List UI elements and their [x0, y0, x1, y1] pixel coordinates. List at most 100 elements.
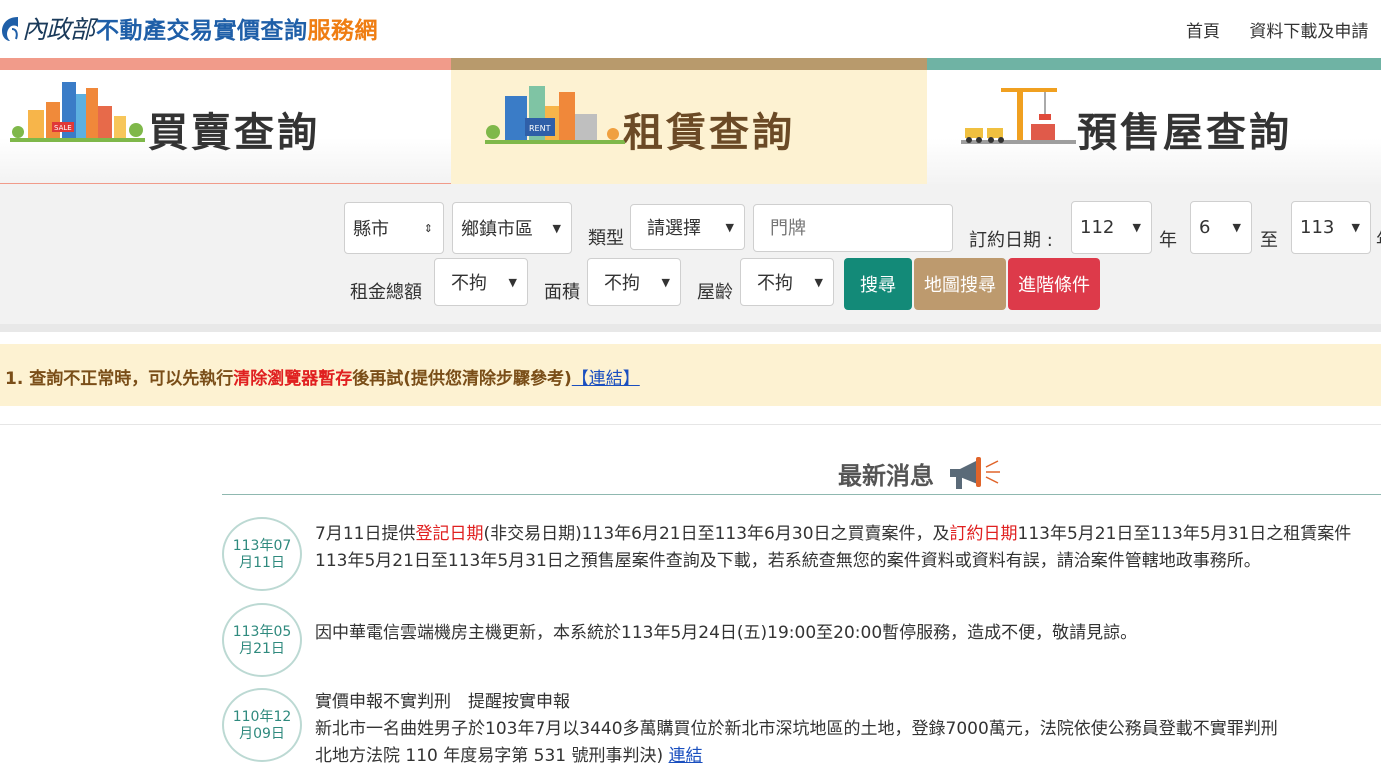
news-item-1-text-e: 113年5月21日至113年5月31日之租賃案件 [1017, 524, 1352, 544]
news-heading: 最新消息 [838, 456, 1006, 493]
news-underline [222, 494, 1381, 495]
logo-subtitle: 服務網 [307, 18, 379, 44]
month-from-value: 6 [1199, 217, 1211, 238]
rent-total-dropdown[interactable]: 不拘 ▼ [434, 258, 528, 306]
tab-presale-body: 預售屋查詢 [927, 70, 1381, 184]
tab-sale-bar [0, 58, 451, 70]
news-item-3-line3: 北地方法院 110 年度易字第 531 號刑事判決) 連結 [315, 743, 1278, 770]
house-age-dropdown[interactable]: 不拘 ▼ [740, 258, 834, 306]
news-item-3: 實價申報不實判刑 提醒按實申報 新北市一名曲姓男子於103年7月以3440多萬購… [315, 689, 1278, 770]
news-date-1-line2: 月11日 [239, 555, 285, 571]
area-value: 不拘 [604, 273, 640, 294]
area-dropdown[interactable]: 不拘 ▼ [587, 258, 681, 306]
notice-link[interactable]: 【連結】 [572, 369, 640, 389]
moi-emblem-icon [2, 17, 18, 41]
news-item-1: 7月11日提供登記日期(非交易日期)113年6月21日至113年6月30日之買賣… [315, 521, 1351, 575]
district-select-value: 鄉鎮市區 [461, 219, 533, 240]
tab-presale[interactable]: 預售屋查詢 [927, 58, 1381, 184]
news-item-3-link[interactable]: 連結 [669, 746, 703, 766]
site-header: 內政部 不動產交易實價查詢 服務網 首頁 資料下載及申請 [0, 0, 1381, 58]
notice-text: 1. 查詢不正常時，可以先執行清除瀏覽器暫存後再試(提供您清除步驟參考)【連結】 [5, 364, 640, 389]
county-select[interactable]: 縣市 ⇕ [344, 202, 444, 254]
logo-title: 不動產交易實價查詢 [96, 18, 308, 44]
news-date-3-line2: 月09日 [239, 726, 285, 742]
nav-home[interactable]: 首頁 [1186, 22, 1220, 42]
year-from-select[interactable]: 112 ▼ [1071, 201, 1152, 254]
year-to-value: 113 [1300, 217, 1335, 238]
rent-total-label: 租金總額 [350, 282, 422, 303]
tab-rent-label: 租賃查詢 [623, 110, 795, 156]
notice-banner: 1. 查詢不正常時，可以先執行清除瀏覽器暫存後再試(提供您清除步驟參考)【連結】 [0, 344, 1381, 406]
type-dropdown-value: 請選擇 [647, 218, 701, 239]
city-rent-icon: RENT [485, 86, 625, 144]
map-search-button[interactable]: 地圖搜尋 [914, 258, 1006, 310]
top-nav: 首頁 資料下載及申請 [1186, 17, 1381, 42]
nav-download[interactable]: 資料下載及申請 [1249, 22, 1368, 42]
chevron-down-icon: ▼ [552, 221, 561, 235]
news-item-1-highlight-2: 訂約日期 [949, 524, 1018, 544]
tab-rent-body: RENT 租賃查詢 [451, 70, 927, 184]
news-item-1-text-a: 7月11日提供 [315, 524, 416, 544]
query-tabs: SALE 買賣查詢 RENT 租賃查詢 預售屋查詢 [0, 58, 1381, 184]
caret-down-icon: ▼ [508, 275, 517, 289]
notice-highlight: 清除瀏覽器暫存 [233, 369, 353, 389]
news-date-3: 110年12 月09日 [222, 688, 302, 762]
month-from-select[interactable]: 6 ▼ [1190, 201, 1252, 254]
tab-sale-label: 買賣查詢 [148, 110, 320, 156]
news-item-3-line2: 新北市一名曲姓男子於103年7月以3440多萬購買位於新北市深坑地區的土地，登錄… [315, 719, 1278, 739]
search-panel: 縣市 ⇕ 鄉鎮市區 ▼ 類型 請選擇 ▼ 訂約日期 : 112 ▼ 年 6 ▼ … [0, 184, 1381, 332]
notice-suffix: 後再試(提供您清除步驟參考) [352, 369, 572, 389]
section-divider [0, 424, 1381, 425]
news-item-1-line2: 113年5月21日至113年5月31日之預售屋案件查詢及下載，若系統查無您的案件… [315, 551, 1261, 571]
house-age-label: 屋齡 [697, 282, 733, 303]
news-item-3-line1: 實價申報不實判刑 提醒按實申報 [315, 692, 570, 712]
search-button[interactable]: 搜尋 [844, 258, 912, 310]
news-item-3-text: 北地方法院 110 年度易字第 531 號刑事判決) [315, 746, 664, 766]
news-date-3-line1: 110年12 [232, 709, 292, 725]
tab-rent-bar [451, 58, 927, 70]
year-unit-label: 年 [1159, 230, 1177, 251]
sale-badge: SALE [54, 124, 72, 132]
news-item-2: 因中華電信雲端機房主機更新，本系統於113年5月24日(五)19:00至20:0… [315, 620, 1137, 647]
area-label: 面積 [544, 282, 580, 303]
rent-total-value: 不拘 [451, 273, 487, 294]
contract-date-label: 訂約日期 : [969, 230, 1053, 251]
news-date-1-line1: 113年07 [232, 538, 292, 554]
chevron-down-icon: ▼ [1351, 221, 1360, 234]
megaphone-icon [950, 457, 1001, 489]
construction-crane-icon [961, 88, 1076, 144]
news-date-2-line2: 月21日 [239, 641, 285, 657]
tab-sale[interactable]: SALE 買賣查詢 [0, 58, 451, 184]
year-unit-label-2: 年 [1376, 226, 1381, 252]
notice-prefix: 1. 查詢不正常時，可以先執行 [5, 369, 234, 389]
chevron-down-icon: ▼ [1132, 221, 1141, 234]
chevron-down-icon: ▼ [1232, 221, 1241, 234]
news-date-2-line1: 113年05 [232, 624, 292, 640]
news-item-1-text-c: (非交易日期)113年6月21日至113年6月30日之買賣案件，及 [483, 524, 950, 544]
district-select[interactable]: 鄉鎮市區 ▼ [452, 202, 572, 254]
news-title: 最新消息 [838, 462, 934, 490]
county-select-value: 縣市 [353, 219, 389, 240]
city-sale-icon: SALE [10, 82, 145, 142]
caret-down-icon: ▼ [661, 275, 670, 289]
house-age-value: 不拘 [757, 273, 793, 294]
door-number-input[interactable] [753, 204, 953, 252]
tab-presale-label: 預售屋查詢 [1077, 110, 1292, 156]
year-to-select[interactable]: 113 ▼ [1291, 201, 1371, 254]
tab-rent[interactable]: RENT 租賃查詢 [451, 58, 927, 184]
to-label: 至 [1260, 230, 1278, 251]
updown-icon: ⇕ [423, 221, 433, 235]
type-dropdown[interactable]: 請選擇 ▼ [630, 204, 745, 250]
caret-down-icon: ▼ [725, 220, 734, 234]
tab-presale-bar [927, 58, 1381, 70]
news-date-2: 113年05 月21日 [222, 603, 302, 677]
news-item-1-highlight-1: 登記日期 [415, 524, 484, 544]
logo-ministry: 內政部 [22, 15, 95, 44]
news-item-1-line1: 7月11日提供登記日期(非交易日期)113年6月21日至113年6月30日之買賣… [315, 521, 1351, 548]
caret-down-icon: ▼ [814, 275, 823, 289]
tab-sale-body: SALE 買賣查詢 [0, 70, 451, 184]
advanced-conditions-button[interactable]: 進階條件 [1008, 258, 1100, 310]
news-date-1: 113年07 月11日 [222, 517, 302, 591]
site-logo[interactable]: 內政部 不動產交易實價查詢 服務網 [0, 8, 378, 48]
year-from-value: 112 [1080, 217, 1115, 238]
